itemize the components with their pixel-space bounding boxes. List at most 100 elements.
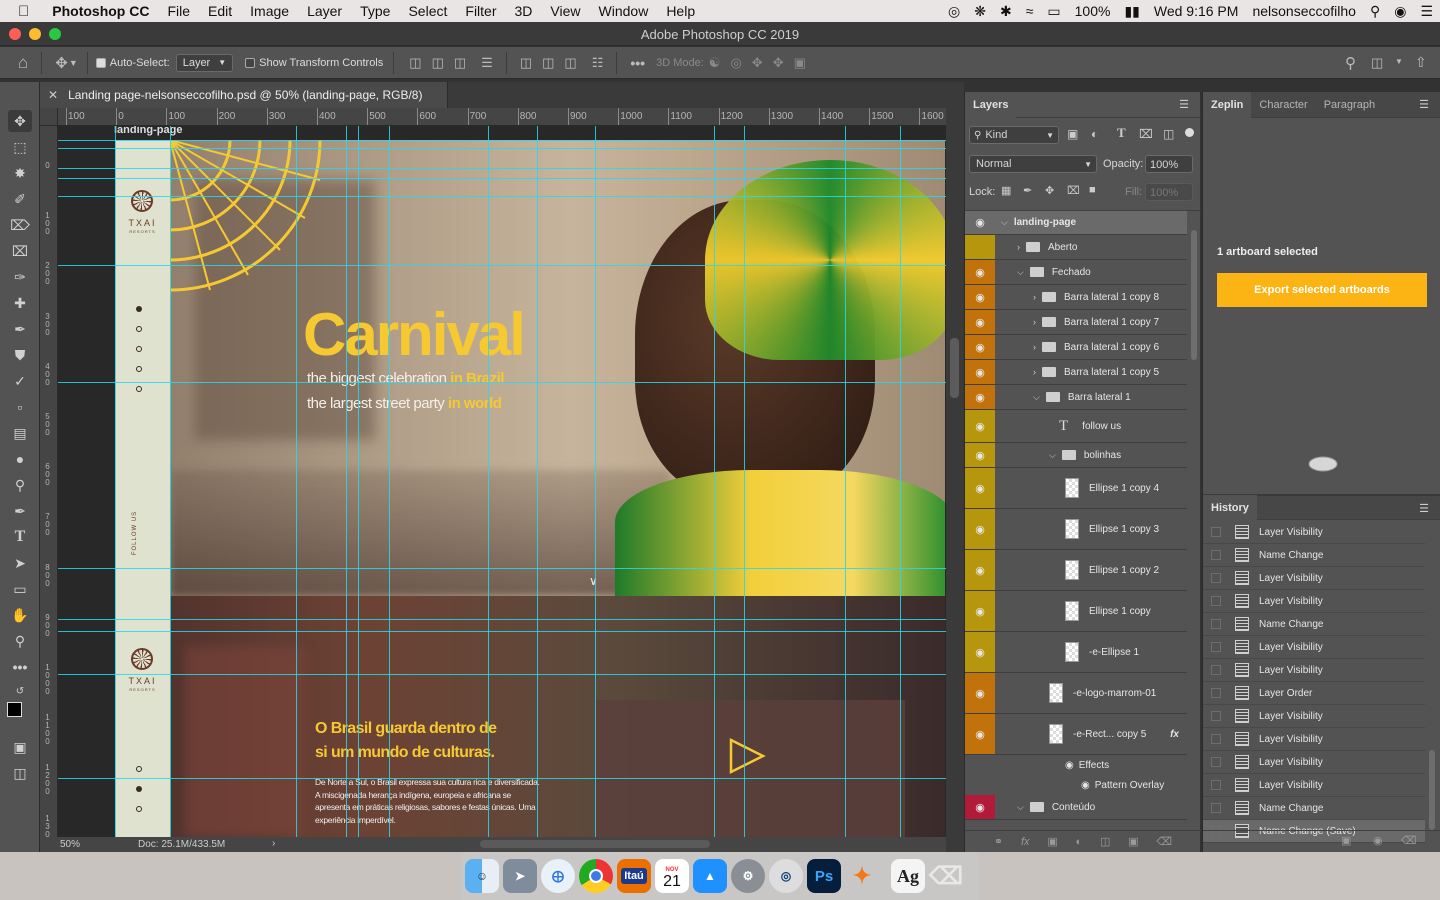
nav-dot[interactable]: [136, 806, 142, 812]
battery-icon[interactable]: ▮▮: [1117, 3, 1146, 20]
safari-icon[interactable]: ⨁: [541, 859, 575, 893]
document-tab[interactable]: ✕ Landing page-nelsonseccofilho.psd @ 50…: [40, 82, 448, 108]
layer-row[interactable]: ◉ Ellipse 1 copy: [965, 591, 1187, 632]
lock-artboard-icon[interactable]: ⌧: [1067, 184, 1080, 197]
eye-icon[interactable]: ◉: [965, 468, 995, 508]
guide-vertical[interactable]: [358, 126, 359, 840]
nav-dot[interactable]: [136, 766, 142, 772]
close-tab-icon[interactable]: ✕: [48, 88, 58, 102]
filter-pixel-icon[interactable]: ▣: [1067, 127, 1078, 141]
guide-horizontal[interactable]: [58, 778, 946, 779]
menu-help[interactable]: Help: [657, 3, 704, 19]
history-state[interactable]: Name Change: [1203, 613, 1425, 636]
eye-icon[interactable]: ◉: [965, 795, 995, 819]
guide-vertical[interactable]: [389, 126, 390, 840]
layer-row[interactable]: ◉ ⌵ Conteúdo: [965, 795, 1187, 820]
marquee-tool-icon[interactable]: ⬚: [8, 136, 32, 158]
app-store-icon[interactable]: ▲: [693, 859, 727, 893]
eye-icon[interactable]: ◉: [965, 335, 995, 359]
align-bottom-icon[interactable]: ◫: [564, 55, 576, 71]
new-document-from-state-icon[interactable]: ▣: [1341, 834, 1351, 847]
blur-tool-icon[interactable]: ●: [8, 448, 32, 470]
eraser-tool-icon[interactable]: ▫: [8, 396, 32, 418]
crop-tool-icon[interactable]: ⌦: [8, 214, 32, 236]
layer-row[interactable]: ◉ › Barra lateral 1 copy 6: [965, 335, 1187, 360]
menu-type[interactable]: Type: [351, 3, 399, 19]
vertical-scrollbar-thumb[interactable]: [950, 338, 959, 398]
calendar-icon[interactable]: NOV 21: [655, 859, 689, 893]
eye-icon[interactable]: ◉: [965, 410, 995, 442]
guide-vertical[interactable]: [488, 126, 489, 840]
wifi-icon[interactable]: ≈: [1019, 3, 1041, 19]
eye-icon[interactable]: ◉: [1065, 760, 1074, 771]
pen-tool-icon[interactable]: ✒: [8, 500, 32, 522]
fill-input[interactable]: 100%: [1145, 183, 1193, 201]
type-tool-icon[interactable]: T: [8, 526, 32, 548]
trash-icon[interactable]: ⌫: [929, 859, 963, 893]
horizontal-scrollbar[interactable]: [480, 840, 710, 848]
artboard[interactable]: Carnival the biggest celebration in Braz…: [115, 140, 945, 840]
guide-horizontal[interactable]: [58, 631, 946, 632]
share-icon[interactable]: ⇧: [1415, 54, 1427, 71]
layer-row[interactable]: ◉ › Barra lateral 1 copy 8: [965, 285, 1187, 310]
adjustment-layer-icon[interactable]: ◐: [1076, 836, 1083, 848]
guide-vertical[interactable]: [744, 126, 745, 840]
menu-3d[interactable]: 3D: [506, 3, 542, 19]
history-state[interactable]: Layer Visibility: [1203, 521, 1425, 544]
history-brush-source-checkbox[interactable]: [1211, 665, 1221, 675]
ruler-origin[interactable]: [40, 108, 58, 126]
fx-icon[interactable]: fx: [1170, 729, 1179, 740]
nav-dot[interactable]: [136, 346, 142, 352]
menu-layer[interactable]: Layer: [298, 3, 351, 19]
layer-row[interactable]: ◉ Tfollow us: [965, 410, 1187, 443]
menu-edit[interactable]: Edit: [199, 3, 241, 19]
menu-select[interactable]: Select: [399, 3, 456, 19]
layer-row[interactable]: ◉ -e-Ellipse 1: [965, 632, 1187, 673]
layer-row[interactable]: ◉ Pattern Overlay: [965, 775, 1187, 795]
align-left-icon[interactable]: ◫: [409, 55, 421, 71]
guide-vertical[interactable]: [170, 126, 171, 840]
document-canvas[interactable]: landing-page Carnival the biggest celebr…: [58, 126, 946, 840]
export-artboards-button[interactable]: Export selected artboards: [1217, 273, 1427, 307]
status-menu-chevron-icon[interactable]: ›: [272, 838, 275, 849]
chevron-right-icon[interactable]: ›: [1017, 242, 1020, 252]
history-state[interactable]: Layer Visibility: [1203, 567, 1425, 590]
layer-row[interactable]: ◉ ⌵ Fechado: [965, 260, 1187, 285]
history-brush-source-checkbox[interactable]: [1211, 734, 1221, 744]
auto-select-dropdown[interactable]: Layer ▼: [175, 53, 234, 72]
chevron-right-icon[interactable]: ›: [1033, 342, 1036, 352]
menu-file[interactable]: File: [158, 3, 199, 19]
itau-icon[interactable]: Itaú: [617, 859, 651, 893]
guide-horizontal[interactable]: [58, 265, 946, 266]
layers-scrollbar[interactable]: [1191, 230, 1197, 360]
layer-filter-dropdown[interactable]: ⚲ Kind ▼: [969, 126, 1059, 144]
guide-horizontal[interactable]: [58, 619, 946, 620]
menu-window[interactable]: Window: [590, 3, 658, 19]
filter-smart-object-icon[interactable]: ◫: [1163, 127, 1174, 141]
eye-hidden-icon[interactable]: [965, 235, 995, 259]
nav-dot-active[interactable]: [136, 786, 142, 792]
link-layers-icon[interactable]: ⚭: [994, 835, 1003, 848]
panel-menu-icon[interactable]: ☰: [1179, 98, 1189, 111]
history-state[interactable]: Layer Visibility: [1203, 751, 1425, 774]
nav-dot[interactable]: [136, 366, 142, 372]
history-brush-source-checkbox[interactable]: [1211, 688, 1221, 698]
guide-vertical[interactable]: [845, 126, 846, 840]
eye-icon[interactable]: ◉: [965, 385, 995, 409]
new-layer-icon[interactable]: ▣: [1128, 835, 1138, 848]
eye-icon[interactable]: ◉: [965, 673, 995, 713]
delete-layer-icon[interactable]: ⌫: [1156, 835, 1172, 848]
history-state[interactable]: Layer Visibility: [1203, 636, 1425, 659]
swap-colors-icon[interactable]: ↺: [8, 680, 32, 702]
tab-zeplin[interactable]: Zeplin: [1203, 91, 1252, 118]
clock[interactable]: Wed 9:16 PM: [1147, 3, 1246, 19]
battery-percent[interactable]: 100%: [1068, 3, 1118, 19]
foreground-color-swatch[interactable]: [7, 702, 22, 717]
menu-filter[interactable]: Filter: [456, 3, 505, 19]
guide-vertical[interactable]: [115, 126, 116, 840]
chevron-down-icon[interactable]: ⌵: [1017, 267, 1024, 278]
history-state[interactable]: Name Change: [1203, 797, 1425, 820]
chevron-down-icon[interactable]: ⌵: [1033, 392, 1040, 403]
chevron-right-icon[interactable]: ›: [1033, 292, 1036, 302]
guide-horizontal[interactable]: [58, 140, 946, 141]
